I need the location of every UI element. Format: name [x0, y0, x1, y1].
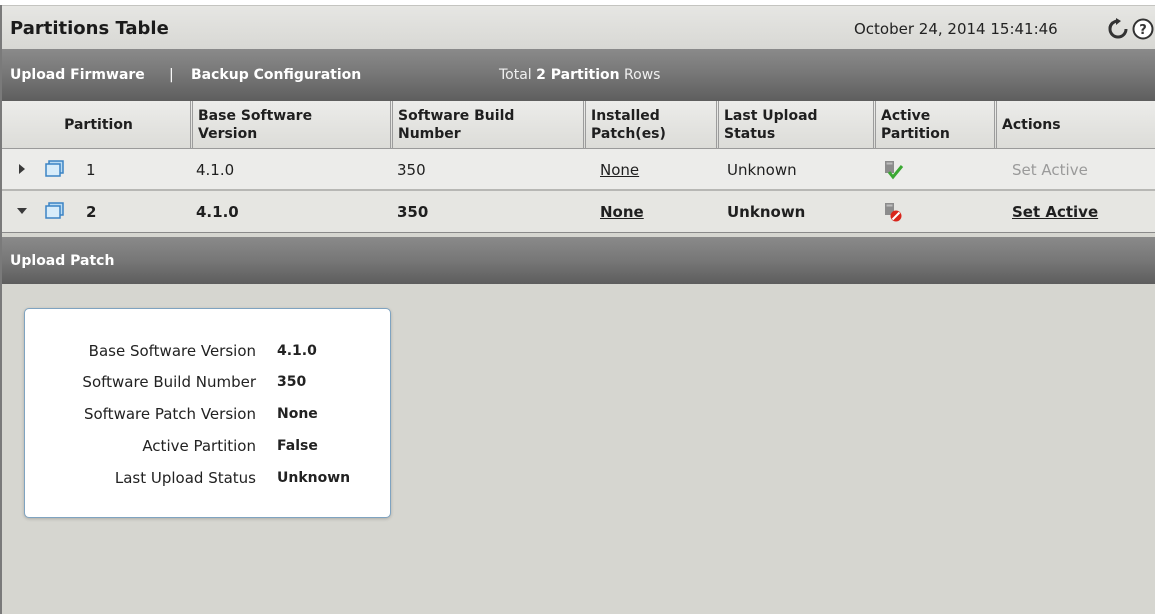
active-check-icon [885, 161, 904, 180]
column-header-partition[interactable]: Partition [2, 101, 190, 149]
column-header-actions[interactable]: Actions [994, 101, 1155, 149]
detail-row: Base Software Version 4.1.0 [25, 342, 392, 366]
last-upload-status: Unknown [727, 161, 797, 179]
upload-patch-link[interactable]: Upload Patch [10, 253, 114, 269]
column-header-last-upload-status[interactable]: Last Upload Status [716, 101, 873, 149]
column-header-active-partition[interactable]: Active Partition [873, 101, 994, 149]
toolbar-separator: | [169, 67, 174, 83]
partition-number: 2 [86, 203, 97, 221]
software-build-number: 350 [397, 161, 426, 179]
installed-patches-link[interactable]: None [600, 203, 644, 221]
expand-arrow-icon[interactable] [16, 163, 28, 175]
detail-row: Last Upload Status Unknown [25, 469, 392, 493]
set-active-button[interactable]: Set Active [1012, 203, 1098, 221]
last-upload-status: Unknown [727, 203, 806, 221]
partition-number: 1 [86, 161, 96, 179]
toolbar: Upload Firmware | Backup Configuration T… [2, 49, 1155, 101]
table-header: Partition Base Software Version Software … [2, 101, 1155, 149]
partition-details-card: Base Software Version 4.1.0 Software Bui… [24, 308, 391, 518]
detail-label: Software Patch Version [83, 405, 256, 423]
backup-configuration-link[interactable]: Backup Configuration [191, 67, 361, 83]
table-row[interactable]: 1 4.1.0 350 None Unknown Set Active [2, 149, 1155, 191]
software-build-number: 350 [397, 203, 429, 221]
base-software-version: 4.1.0 [196, 203, 239, 221]
detail-label: Last Upload Status [114, 469, 256, 487]
detail-label: Base Software Version [88, 342, 256, 360]
detail-value: 350 [277, 374, 307, 390]
column-header-installed-patches[interactable]: Installed Patch(es) [583, 101, 716, 149]
detail-value: False [277, 438, 318, 454]
detail-value: 4.1.0 [277, 343, 317, 359]
timestamp: October 24, 2014 15:41:46 [854, 20, 1058, 38]
partition-icon [45, 202, 64, 219]
detail-value: Unknown [277, 470, 351, 486]
partition-icon [45, 160, 64, 177]
help-icon[interactable]: ? [1132, 18, 1154, 40]
partitions-panel: Partitions Table October 24, 2014 15:41:… [0, 5, 1155, 614]
total-rows-label: Total 2 Partition Rows [499, 67, 661, 83]
detail-value: None [277, 406, 318, 422]
svg-text:?: ? [1139, 23, 1147, 38]
collapse-arrow-icon[interactable] [16, 205, 28, 217]
detail-row: Software Build Number 350 [25, 373, 392, 397]
base-software-version: 4.1.0 [196, 161, 235, 179]
column-header-software-build-number[interactable]: Software Build Number [390, 101, 583, 149]
detail-label: Active Partition [142, 437, 256, 455]
inactive-no-icon [885, 203, 902, 222]
upload-patch-bar: Upload Patch [2, 237, 1155, 284]
table-row[interactable]: 2 4.1.0 350 None Unknown Set Active [2, 191, 1155, 233]
installed-patches-link[interactable]: None [600, 161, 639, 179]
upload-firmware-link[interactable]: Upload Firmware [10, 67, 145, 83]
page-title: Partitions Table [10, 18, 169, 39]
title-bar: Partitions Table October 24, 2014 15:41:… [2, 5, 1155, 49]
refresh-icon[interactable] [1107, 18, 1129, 40]
detail-row: Active Partition False [25, 437, 392, 461]
detail-label: Software Build Number [82, 373, 256, 391]
set-active-button[interactable]: Set Active [1012, 161, 1088, 179]
detail-row: Software Patch Version None [25, 405, 392, 429]
column-header-base-software-version[interactable]: Base Software Version [190, 101, 390, 149]
